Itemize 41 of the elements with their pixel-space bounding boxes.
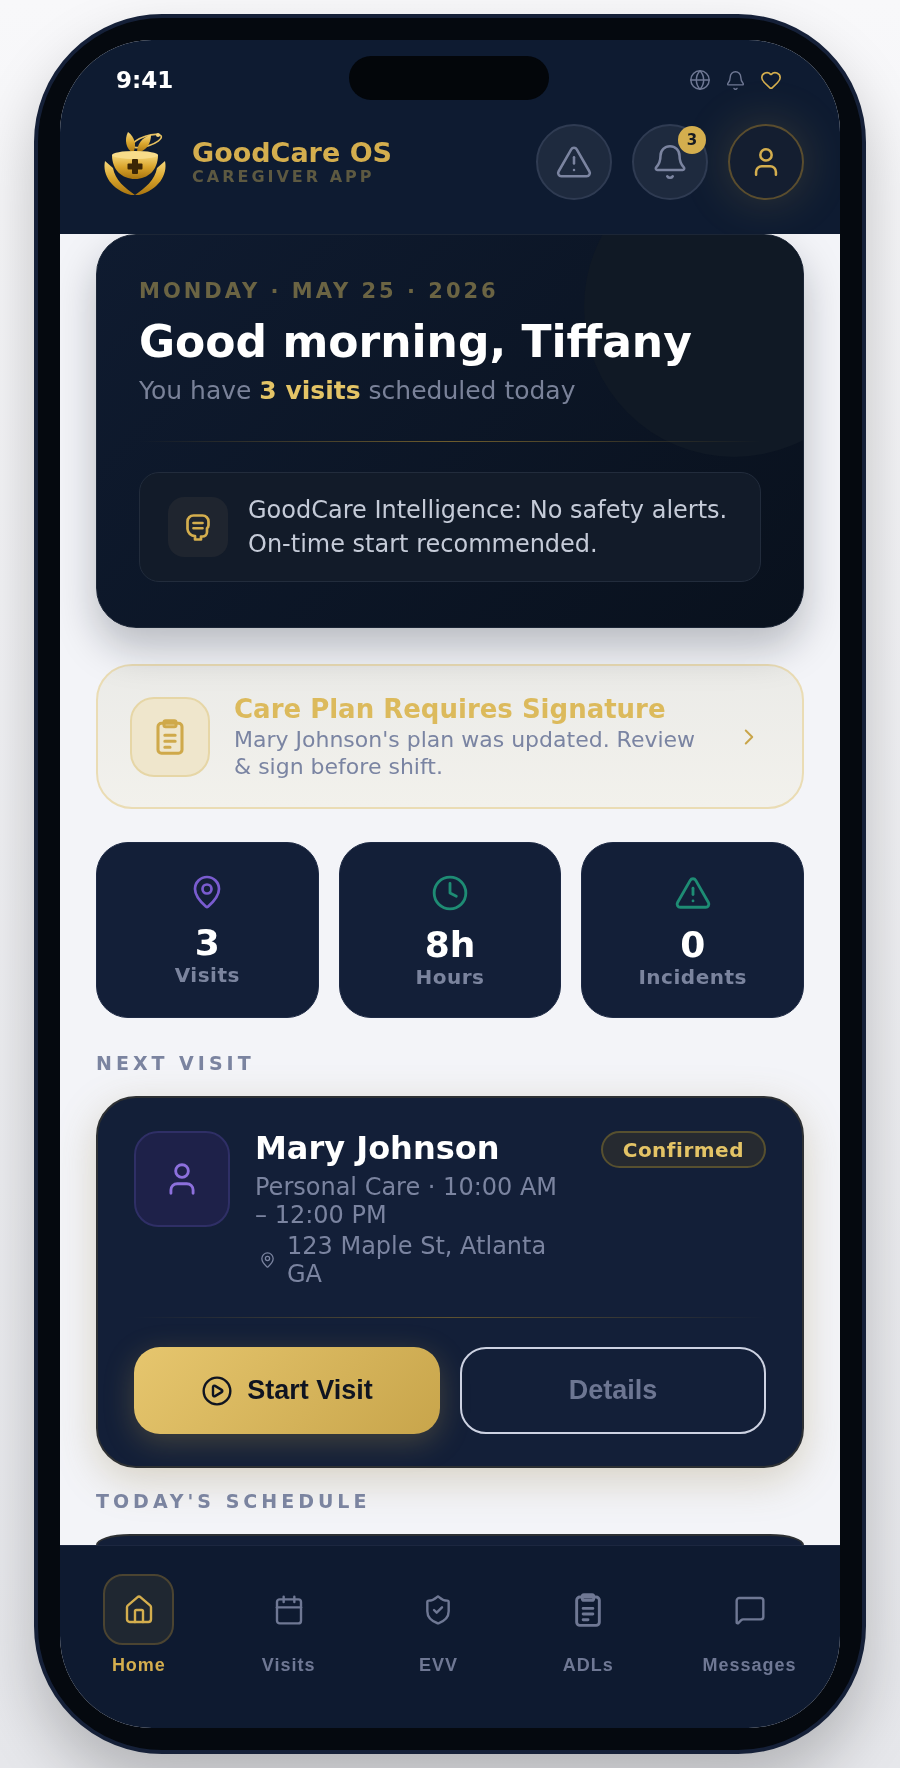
details-button[interactable]: Details: [460, 1347, 766, 1434]
stat-value: 8h: [424, 925, 476, 965]
nav-tab[interactable]: ADLs: [552, 1574, 624, 1675]
status-badge: Confirmed: [600, 1131, 766, 1168]
notifications-button[interactable]: 3: [632, 124, 708, 200]
heart-icon: [760, 69, 782, 91]
visits-summary: You have 3 visits scheduled today: [139, 375, 576, 407]
chat-bubble-icon: [168, 497, 228, 557]
client-avatar-icon: [134, 1131, 230, 1227]
globe-icon: [689, 69, 711, 91]
stat-label: Incidents: [638, 965, 747, 989]
nav-tab[interactable]: EVV: [402, 1574, 474, 1675]
app-name: GoodCare OS: [192, 138, 393, 168]
section-heading: NEXT VISIT: [96, 1051, 255, 1075]
visit-address: 123 Maple St, Atlanta GA: [287, 1232, 548, 1288]
alert-title: Care Plan Requires Signature: [234, 693, 666, 724]
clipboard-icon: [575, 1592, 602, 1627]
care-plan-alert-card[interactable]: Care Plan Requires Signature Mary Johnson's plan was updated. Review & sign before shift.: [96, 664, 804, 809]
nav-tab[interactable]: Visits: [253, 1574, 325, 1675]
clipboard-icon: [130, 696, 210, 777]
alert-message: Mary Johnson's plan was updated. Review & sign before shift.: [234, 725, 697, 780]
clock-icon: [431, 874, 469, 912]
notification-badge: 3: [678, 126, 706, 154]
warning-icon: [673, 874, 712, 912]
nav-tab[interactable]: Messages: [702, 1574, 797, 1675]
app-subtitle: CAREGIVER APP: [192, 168, 375, 186]
stat-value: 0: [680, 925, 706, 965]
status-time: 9:41: [116, 66, 174, 94]
greeting-title: Good morning, Tiffany: [139, 315, 692, 369]
section-heading: TODAY'S SCHEDULE: [96, 1489, 371, 1513]
stat-value: 3: [194, 923, 220, 963]
date-label: MONDAY · MAY 25 · 2026: [139, 278, 499, 305]
play-icon: [201, 1374, 234, 1407]
stat-label: Visits: [174, 963, 240, 987]
start-visit-button[interactable]: Start Visit: [134, 1347, 440, 1434]
insight-text: GoodCare Intelligence: No safety alerts. On-time start recommended.: [248, 495, 729, 560]
client-name: Mary Johnson: [255, 1128, 500, 1168]
visit-service-time: Personal Care · 10:00 AM – 12:00 PM: [255, 1173, 559, 1229]
map-pin-icon: [259, 1250, 276, 1270]
stat-label: Hours: [415, 965, 485, 989]
bell-icon: [725, 69, 746, 91]
